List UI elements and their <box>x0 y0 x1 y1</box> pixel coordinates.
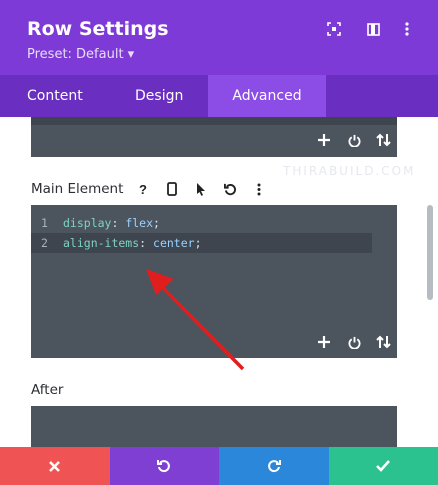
more-vertical-icon[interactable] <box>398 20 416 38</box>
after-label: After <box>31 382 64 398</box>
save-button[interactable] <box>328 447 438 485</box>
settings-header: Row Settings Preset: Default ▾ <box>0 0 438 75</box>
annotation-arrow <box>146 269 245 371</box>
power-icon[interactable] <box>343 129 365 151</box>
scrollbar[interactable] <box>427 205 433 300</box>
undo-button[interactable] <box>109 447 219 485</box>
tab-bar: Content Design Advanced <box>0 75 438 117</box>
watermark: THIRABUILD.COM <box>283 164 416 178</box>
layout-icon[interactable] <box>364 20 382 38</box>
sort-icon[interactable] <box>373 129 395 151</box>
page-title: Row Settings <box>27 18 169 40</box>
tab-design[interactable]: Design <box>135 75 183 117</box>
code-line: 1 display: flex; <box>41 216 160 230</box>
cancel-button[interactable] <box>0 447 110 485</box>
power-icon[interactable] <box>343 331 365 353</box>
preset-dropdown[interactable]: Preset: Default ▾ <box>27 47 134 62</box>
more-vertical-icon[interactable] <box>249 179 269 199</box>
main-editor-toolbar <box>305 331 395 353</box>
code-line: 2 align-items: center; <box>41 236 202 250</box>
before-toolbar <box>305 129 395 151</box>
add-icon[interactable] <box>313 331 335 353</box>
main-element-label: Main Element <box>31 181 124 197</box>
focus-icon[interactable] <box>325 20 343 38</box>
tab-content[interactable]: Content <box>27 75 83 117</box>
redo-button[interactable] <box>219 447 329 485</box>
help-icon[interactable]: ? <box>133 179 153 199</box>
cursor-icon[interactable] <box>191 179 211 199</box>
sort-icon[interactable] <box>373 331 395 353</box>
after-editor[interactable] <box>31 406 397 447</box>
footer-actions <box>0 447 438 485</box>
mobile-icon[interactable] <box>162 179 182 199</box>
tab-advanced[interactable]: Advanced <box>208 75 326 117</box>
add-icon[interactable] <box>313 129 335 151</box>
undo-icon[interactable] <box>220 179 240 199</box>
